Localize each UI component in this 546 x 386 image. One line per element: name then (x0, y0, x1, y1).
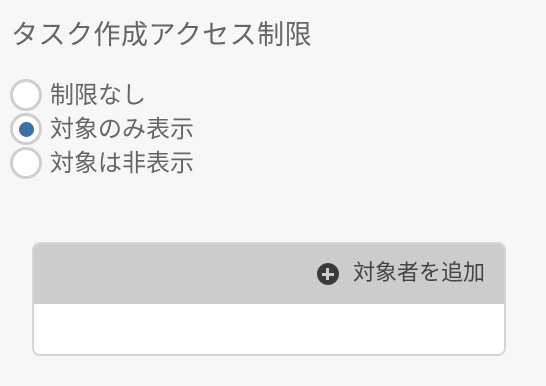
radio-option-targets-hidden[interactable]: 対象は非表示 (10, 146, 194, 180)
radio-label-targets-hidden: 対象は非表示 (50, 149, 194, 177)
add-target-label: 対象者を追加 (352, 261, 485, 286)
targets-list (34, 304, 504, 354)
radio-button-targets-only[interactable] (10, 113, 42, 145)
targets-panel-header: 対象者を追加 (34, 244, 504, 304)
radio-button-targets-hidden[interactable] (10, 147, 42, 179)
targets-panel: 対象者を追加 (32, 242, 506, 356)
radio-label-targets-only: 対象のみ表示 (50, 115, 194, 143)
radio-label-no-restriction: 制限なし (50, 81, 146, 109)
radio-button-no-restriction[interactable] (10, 79, 42, 111)
access-restriction-radio-group: 制限なし 対象のみ表示 対象は非表示 (10, 78, 194, 180)
plus-circle-icon (316, 263, 339, 285)
add-target-button[interactable]: 対象者を追加 (316, 259, 485, 289)
radio-option-no-restriction[interactable]: 制限なし (10, 78, 194, 112)
section-title: タスク作成アクセス制限 (11, 20, 313, 51)
radio-option-targets-only[interactable]: 対象のみ表示 (10, 112, 194, 146)
